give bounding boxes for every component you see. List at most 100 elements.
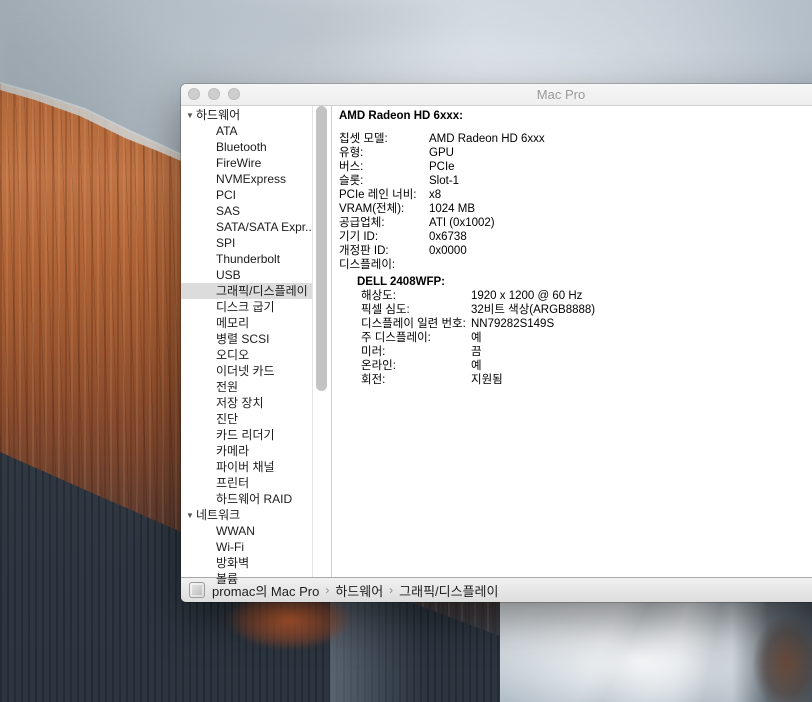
sidebar-item[interactable]: 프린터 xyxy=(181,475,313,491)
sidebar-item-label: 디스크 굽기 xyxy=(216,300,275,314)
sidebar-item[interactable]: Thunderbolt xyxy=(181,251,313,267)
sidebar-item-label: PCI xyxy=(216,188,236,202)
info-value: 0x6738 xyxy=(429,230,467,244)
sidebar-item-label: Bluetooth xyxy=(216,140,267,154)
sidebar-section-label: 하드웨어 xyxy=(196,108,240,122)
info-row: 공급업체:ATI (0x1002) xyxy=(339,216,812,230)
info-value: 지원됨 xyxy=(471,373,503,387)
sidebar-item-label: 카메라 xyxy=(216,444,249,458)
sidebar-item[interactable]: SAS xyxy=(181,203,313,219)
sidebar-item[interactable]: 이더넷 카드 xyxy=(181,363,313,379)
info-value: 끔 xyxy=(471,345,482,359)
info-label: 주 디스플레이: xyxy=(361,331,471,345)
sidebar-item[interactable]: 그래픽/디스플레이 xyxy=(181,283,313,299)
sidebar-item[interactable]: ATA xyxy=(181,123,313,139)
info-row: 디스플레이 일련 번호:NN79282S149S xyxy=(361,317,812,331)
info-row: 칩셋 모델:AMD Radeon HD 6xxx xyxy=(339,132,812,146)
breadcrumb-chevron-icon: › xyxy=(389,583,393,597)
desktop: { "window": { "title": "Mac Pro" }, "sid… xyxy=(0,0,812,702)
sidebar-item[interactable]: 카드 리더기 xyxy=(181,427,313,443)
sidebar-item[interactable]: 방화벽 xyxy=(181,555,313,571)
sidebar-section-network[interactable]: ▼네트워크 xyxy=(181,507,313,523)
info-row: 회전:지원됨 xyxy=(361,373,812,387)
sidebar-item-label: ATA xyxy=(216,124,238,138)
sidebar-item-label: USB xyxy=(216,268,241,282)
sidebar-item-label: SAS xyxy=(216,204,240,218)
info-label: 유형: xyxy=(339,146,429,160)
sidebar-item[interactable]: 전원 xyxy=(181,379,313,395)
info-label: 버스: xyxy=(339,160,429,174)
sidebar-item[interactable]: WWAN xyxy=(181,523,313,539)
display-field-rows: 해상도:1920 x 1200 @ 60 Hz픽셀 심도:32비트 색상(ARG… xyxy=(357,289,812,387)
wallpaper-trees xyxy=(732,600,812,702)
info-row: 개정판 ID:0x0000 xyxy=(339,244,812,258)
info-value: x8 xyxy=(429,188,441,202)
gpu-title: AMD Radeon HD 6xxx: xyxy=(339,109,812,123)
info-row: 온라인:예 xyxy=(361,359,812,373)
sidebar-item[interactable]: 디스크 굽기 xyxy=(181,299,313,315)
sidebar-item-label: 진단 xyxy=(216,412,238,426)
sidebar-item[interactable]: USB xyxy=(181,267,313,283)
info-row: 미러:끔 xyxy=(361,345,812,359)
info-label: 회전: xyxy=(361,373,471,387)
sidebar-item[interactable]: 오디오 xyxy=(181,347,313,363)
disclosure-triangle-icon[interactable]: ▼ xyxy=(186,108,196,123)
breadcrumb-item: 그래픽/디스플레이 xyxy=(399,581,498,600)
disclosure-triangle-icon[interactable]: ▼ xyxy=(186,508,196,523)
sidebar-section-label: 네트워크 xyxy=(196,508,240,522)
sidebar-item[interactable]: 병렬 SCSI xyxy=(181,331,313,347)
sidebar-item[interactable]: Wi-Fi xyxy=(181,539,313,555)
sidebar-item-label: SATA/SATA Expr... xyxy=(216,220,313,234)
sidebar-item[interactable]: FireWire xyxy=(181,155,313,171)
window-content: ▼하드웨어ATABluetoothFireWireNVMExpressPCISA… xyxy=(181,106,812,577)
system-information-window: Mac Pro ▼하드웨어ATABluetoothFireWireNVMExpr… xyxy=(181,84,812,602)
sidebar-item[interactable]: 하드웨어 RAID xyxy=(181,491,313,507)
info-value: 1920 x 1200 @ 60 Hz xyxy=(471,289,582,303)
sidebar-item[interactable]: 볼륨 xyxy=(181,571,313,587)
sidebar-item-label: 전원 xyxy=(216,380,238,394)
title-bar[interactable]: Mac Pro xyxy=(181,84,812,106)
sidebar-item[interactable]: 저장 장치 xyxy=(181,395,313,411)
sidebar-item[interactable]: 진단 xyxy=(181,411,313,427)
info-label: 온라인: xyxy=(361,359,471,373)
sidebar-section-hardware[interactable]: ▼하드웨어 xyxy=(181,107,313,123)
info-row: PCIe 레인 너비:x8 xyxy=(339,188,812,202)
display-title: DELL 2408WFP: xyxy=(357,275,812,289)
info-value: NN79282S149S xyxy=(471,317,554,331)
info-label: 기기 ID: xyxy=(339,230,429,244)
sidebar-item-label: 프린터 xyxy=(216,476,249,490)
info-label: 디스플레이 일련 번호: xyxy=(361,317,471,331)
sidebar-item[interactable]: Bluetooth xyxy=(181,139,313,155)
sidebar-item[interactable]: SATA/SATA Expr... xyxy=(181,219,313,235)
sidebar-item-label: 그래픽/디스플레이 xyxy=(216,284,308,298)
info-label: 칩셋 모델: xyxy=(339,132,429,146)
info-value: 1024 MB xyxy=(429,202,475,216)
sidebar-item-label: 하드웨어 RAID xyxy=(216,492,292,506)
sidebar-item[interactable]: 카메라 xyxy=(181,443,313,459)
sidebar-item[interactable]: 파이버 채널 xyxy=(181,459,313,475)
info-value: PCIe xyxy=(429,160,455,174)
sidebar-item-label: 오디오 xyxy=(216,348,249,362)
sidebar-item-label: NVMExpress xyxy=(216,172,286,186)
breadcrumb-chevron-icon: › xyxy=(325,583,329,597)
info-label: PCIe 레인 너비: xyxy=(339,188,429,202)
sidebar-item[interactable]: 메모리 xyxy=(181,315,313,331)
sidebar-item[interactable]: PCI xyxy=(181,187,313,203)
info-value: 예 xyxy=(471,331,482,345)
scrollbar-thumb[interactable] xyxy=(316,106,327,391)
breadcrumb-item: 하드웨어 xyxy=(335,581,383,600)
info-value: 예 xyxy=(471,359,482,373)
info-row: VRAM(전체):1024 MB xyxy=(339,202,812,216)
info-value: Slot-1 xyxy=(429,174,459,188)
info-label: 디스플레이: xyxy=(339,258,429,272)
sidebar-item-label: Thunderbolt xyxy=(216,252,280,266)
info-row: 기기 ID:0x6738 xyxy=(339,230,812,244)
info-label: 개정판 ID: xyxy=(339,244,429,258)
sidebar-item[interactable]: SPI xyxy=(181,235,313,251)
sidebar-scrollbar[interactable] xyxy=(312,106,331,577)
sidebar-item[interactable]: NVMExpress xyxy=(181,171,313,187)
sidebar-item-label: 카드 리더기 xyxy=(216,428,275,442)
info-label: 공급업체: xyxy=(339,216,429,230)
sidebar-item-label: FireWire xyxy=(216,156,261,170)
field-rows: 칩셋 모델:AMD Radeon HD 6xxx유형:GPU버스:PCIe슬롯:… xyxy=(339,132,812,272)
